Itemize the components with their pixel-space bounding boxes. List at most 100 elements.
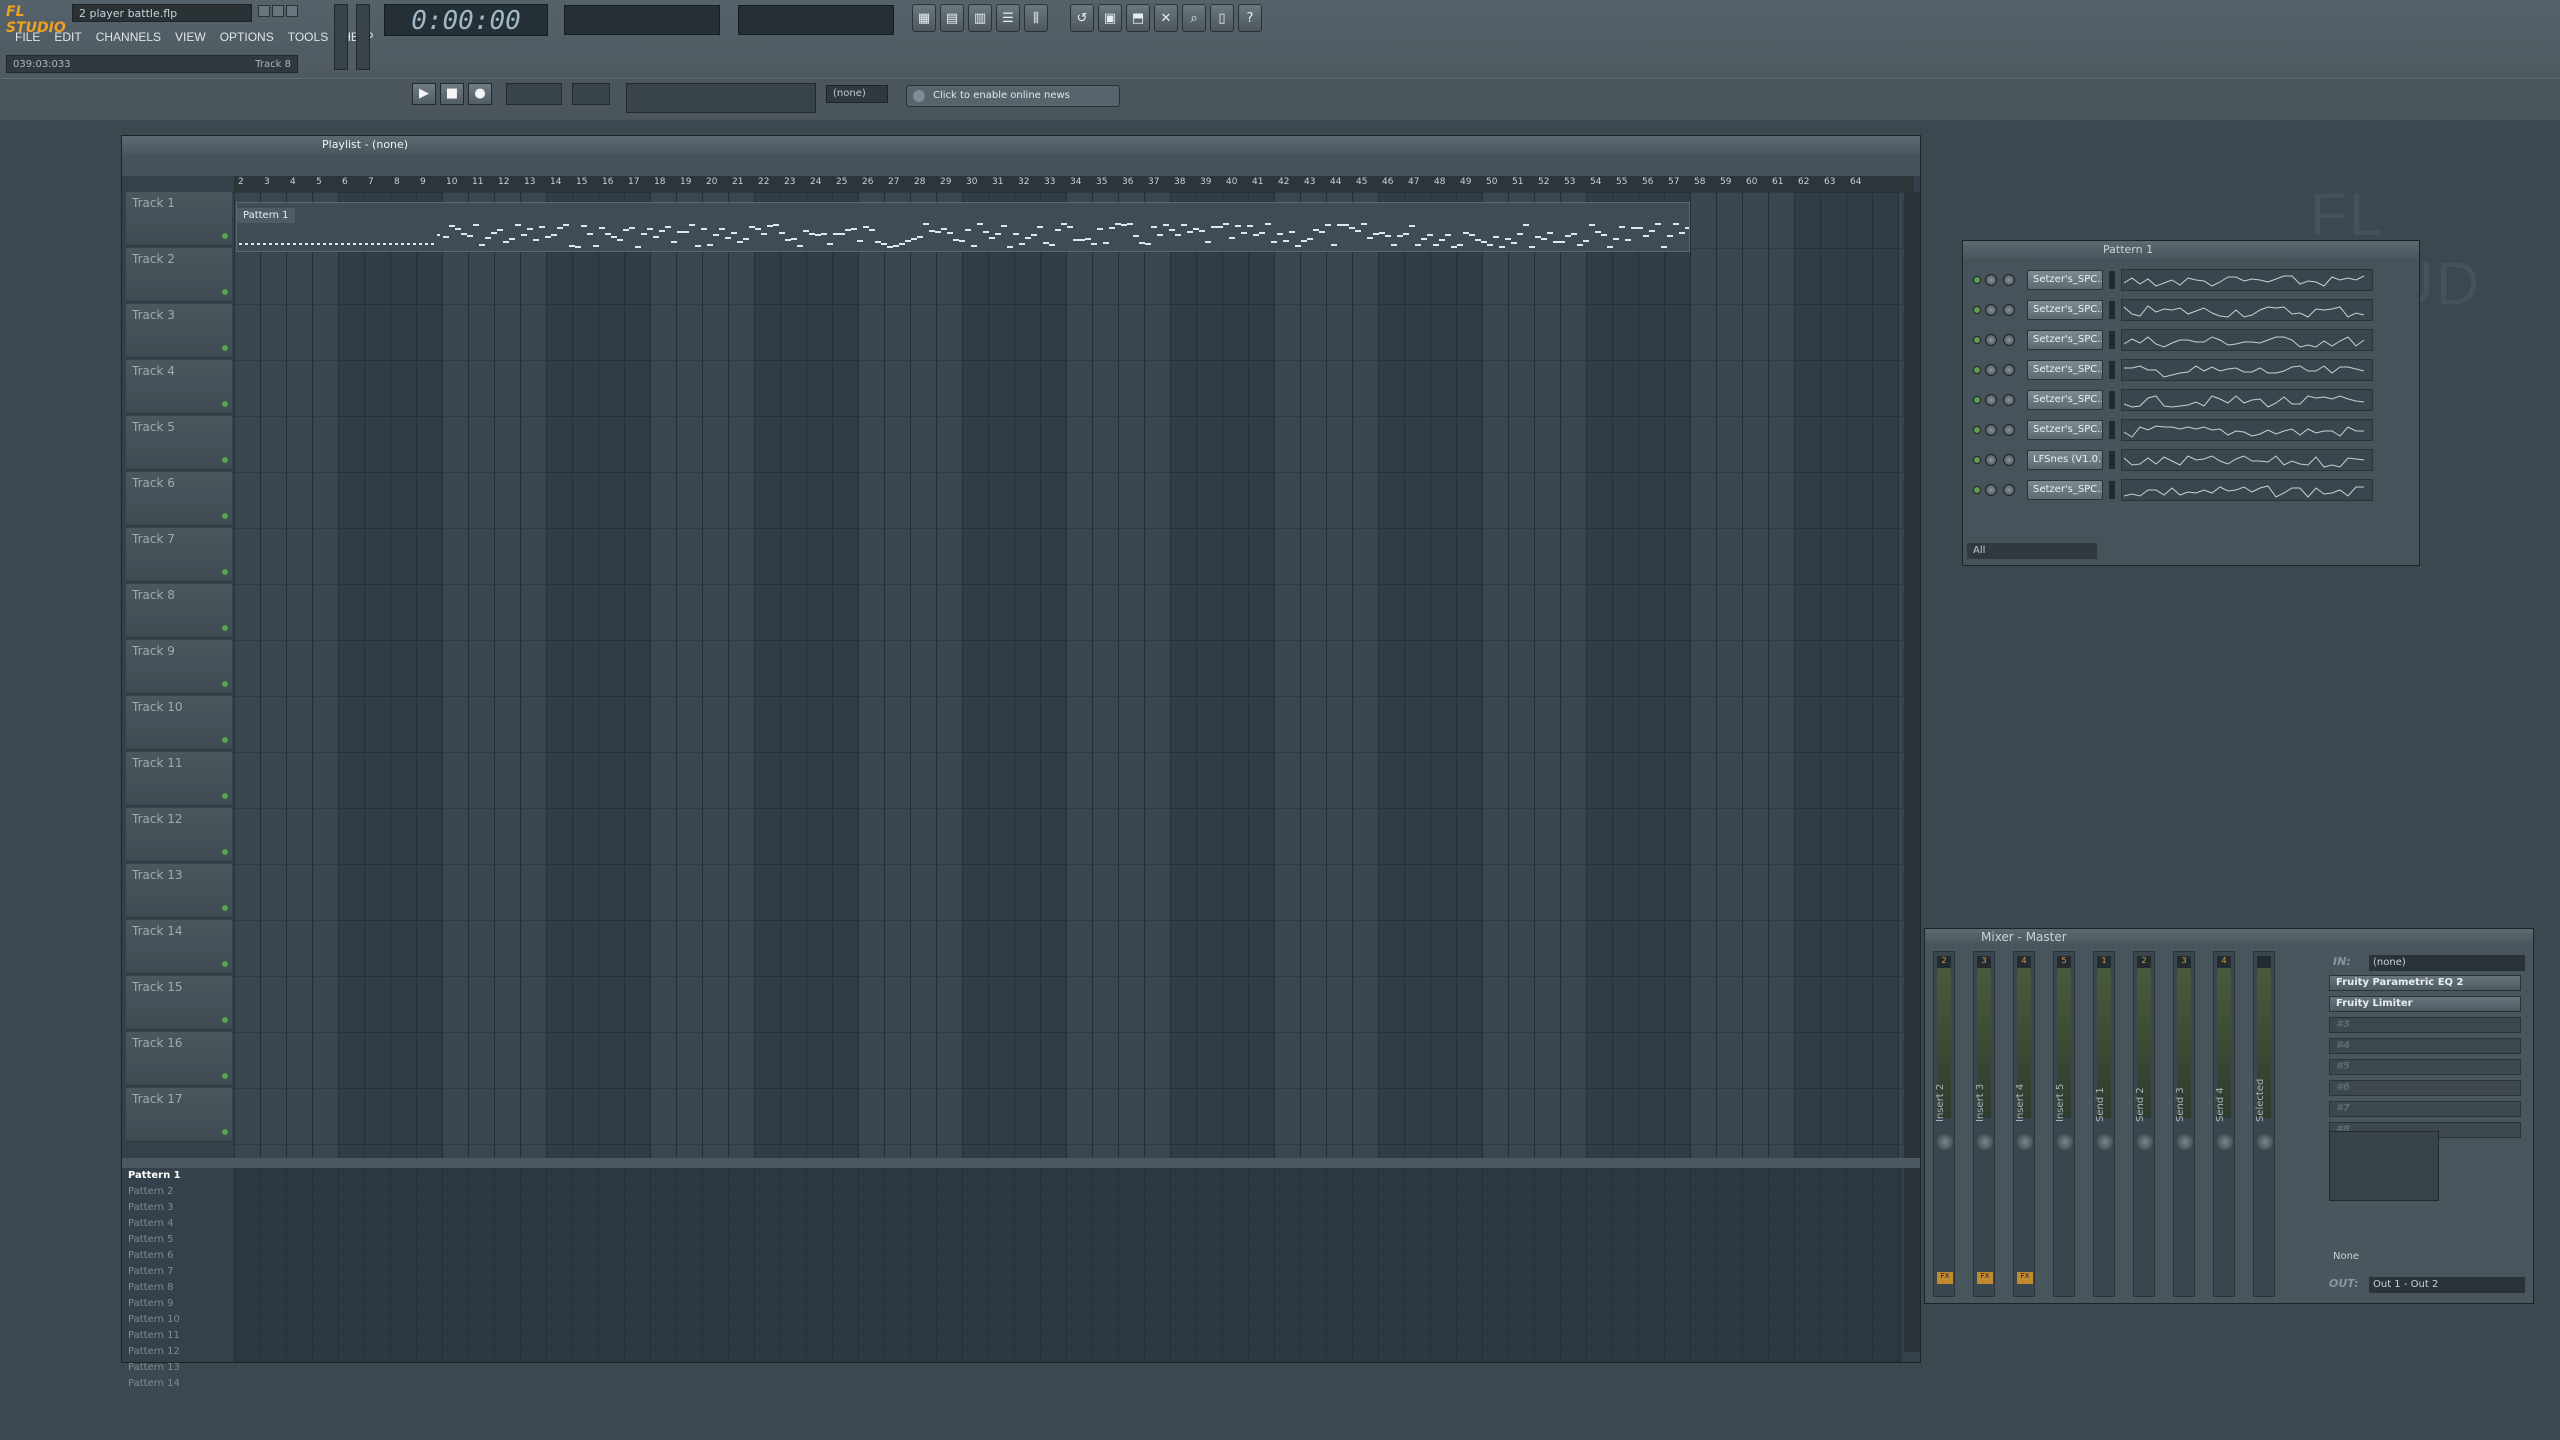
channel-select-bar[interactable] [2109,301,2115,319]
track-mute-led[interactable] [222,1129,228,1135]
strip-pan-knob[interactable] [1977,1134,1993,1150]
menu-channels[interactable]: CHANNELS [89,28,168,48]
channel-volume-knob[interactable] [2003,364,2015,376]
track-mute-led[interactable] [222,1073,228,1079]
channel-note-preview[interactable] [2121,449,2373,471]
track-mute-led[interactable] [222,569,228,575]
channel-volume-knob[interactable] [2003,304,2015,316]
track-mute-led[interactable] [222,289,228,295]
pattern-list-item[interactable]: Pattern 9 [128,1298,174,1309]
pattern-list-item[interactable]: Pattern 13 [128,1362,180,1373]
channel-note-preview[interactable] [2121,269,2373,291]
menu-edit[interactable]: EDIT [47,28,88,48]
channel-pan-knob[interactable] [1985,394,1997,406]
playlist-vertical-scrollbar[interactable] [1904,192,1920,1352]
pattern-list-item[interactable]: Pattern 5 [128,1234,174,1245]
maximize-button[interactable] [272,5,284,17]
channel-mute-led[interactable] [1973,306,1981,314]
strip-pan-knob[interactable] [1937,1134,1953,1150]
channel-button[interactable]: Setzer's_SPC... [2027,270,2103,290]
channel-button[interactable]: Setzer's_SPC... [2027,420,2103,440]
menu-tools[interactable]: TOOLS [281,28,335,48]
channel-mute-led[interactable] [1973,486,1981,494]
channel-filter[interactable]: All [1967,543,2097,559]
track-header[interactable]: Track 8 [126,584,232,638]
mixer-strip[interactable]: 3 Insert 3 FX [1973,951,1995,1297]
play-button[interactable]: ▶ [412,83,436,105]
channel-select-bar[interactable] [2109,391,2115,409]
track-mute-led[interactable] [222,625,228,631]
channel-mute-led[interactable] [1973,336,1981,344]
track-header[interactable]: Track 14 [126,920,232,974]
track-header[interactable]: Track 11 [126,752,232,806]
strip-pan-knob[interactable] [2217,1134,2233,1150]
pattern-list-item[interactable]: Pattern 12 [128,1346,180,1357]
channel-select-bar[interactable] [2109,421,2115,439]
mixer-strip[interactable]: 2 Send 2 [2133,951,2155,1297]
track-header[interactable]: Track 1 [126,192,232,246]
fx-slot[interactable]: #4 [2329,1038,2521,1054]
track-header[interactable]: Track 16 [126,1032,232,1086]
track-header[interactable]: Track 10 [126,696,232,750]
mixer-strip[interactable]: 5 Insert 5 [2053,951,2075,1297]
track-mute-led[interactable] [222,1017,228,1023]
mixer-icon[interactable]: ⫼ [1024,4,1048,32]
track-header[interactable]: Track 15 [126,976,232,1030]
stop-button[interactable]: ■ [440,83,464,105]
pattern-list-item[interactable]: Pattern 6 [128,1250,174,1261]
pattern-list-item[interactable]: Pattern 4 [128,1218,174,1229]
track-header[interactable]: Track 6 [126,472,232,526]
channel-volume-knob[interactable] [2003,424,2015,436]
pattern-list-item[interactable]: Pattern 2 [128,1186,174,1197]
pattern-list-item[interactable]: Pattern 8 [128,1282,174,1293]
channel-note-preview[interactable] [2121,389,2373,411]
pattern-selector[interactable]: (none) [826,85,888,103]
track-header[interactable]: Track 5 [126,416,232,470]
track-header[interactable]: Track 7 [126,528,232,582]
channel-volume-knob[interactable] [2003,394,2015,406]
fx-slot[interactable]: Fruity Parametric EQ 2 [2329,975,2521,991]
channel-button[interactable]: Setzer's_SPC... [2027,360,2103,380]
channel-note-preview[interactable] [2121,329,2373,351]
pattern-grid[interactable] [234,1168,1902,1362]
track-mute-led[interactable] [222,681,228,687]
track-mute-led[interactable] [222,849,228,855]
close-button[interactable] [286,5,298,17]
mixer-strip[interactable]: 2 Insert 2 FX [1933,951,1955,1297]
tempo-display[interactable] [506,83,562,105]
online-news-button[interactable]: Click to enable online news [906,85,1120,107]
channel-mute-led[interactable] [1973,426,1981,434]
mixer-strip[interactable]: 4 Send 4 [2213,951,2235,1297]
recording-options[interactable] [626,83,816,113]
master-pitch-slider[interactable] [356,4,370,70]
track-mute-led[interactable] [222,513,228,519]
channel-volume-knob[interactable] [2003,274,2015,286]
mixer-strip[interactable]: Selected [2253,951,2275,1297]
help-icon[interactable]: ? [1238,4,1262,32]
input-selector[interactable]: (none) [2369,955,2525,971]
browser-icon[interactable]: ☰ [996,4,1020,32]
track-header[interactable]: Track 2 [126,248,232,302]
pattern-list-item[interactable]: Pattern 11 [128,1330,180,1341]
strip-pan-knob[interactable] [2257,1134,2273,1150]
channel-pan-knob[interactable] [1985,304,1997,316]
strip-pan-knob[interactable] [2177,1134,2193,1150]
save-icon[interactable]: ▣ [1098,4,1122,32]
channel-select-bar[interactable] [2109,331,2115,349]
undo-icon[interactable]: ↺ [1070,4,1094,32]
minimize-button[interactable] [258,5,270,17]
strip-pan-knob[interactable] [2057,1134,2073,1150]
fx-slot[interactable]: #3 [2329,1017,2521,1033]
step-sequencer-icon[interactable]: ▤ [940,4,964,32]
channel-volume-knob[interactable] [2003,484,2015,496]
master-volume-slider[interactable] [334,4,348,70]
channel-mute-led[interactable] [1973,396,1981,404]
strip-pan-knob[interactable] [2097,1134,2113,1150]
pattern-number[interactable] [572,83,610,105]
pattern-list-item[interactable]: Pattern 3 [128,1202,174,1213]
channel-button[interactable]: LFSnes (V1.0... [2027,450,2103,470]
track-mute-led[interactable] [222,737,228,743]
piano-roll-icon[interactable]: ▥ [968,4,992,32]
fx-slot[interactable]: Fruity Limiter [2329,996,2521,1012]
menu-options[interactable]: OPTIONS [213,28,281,48]
